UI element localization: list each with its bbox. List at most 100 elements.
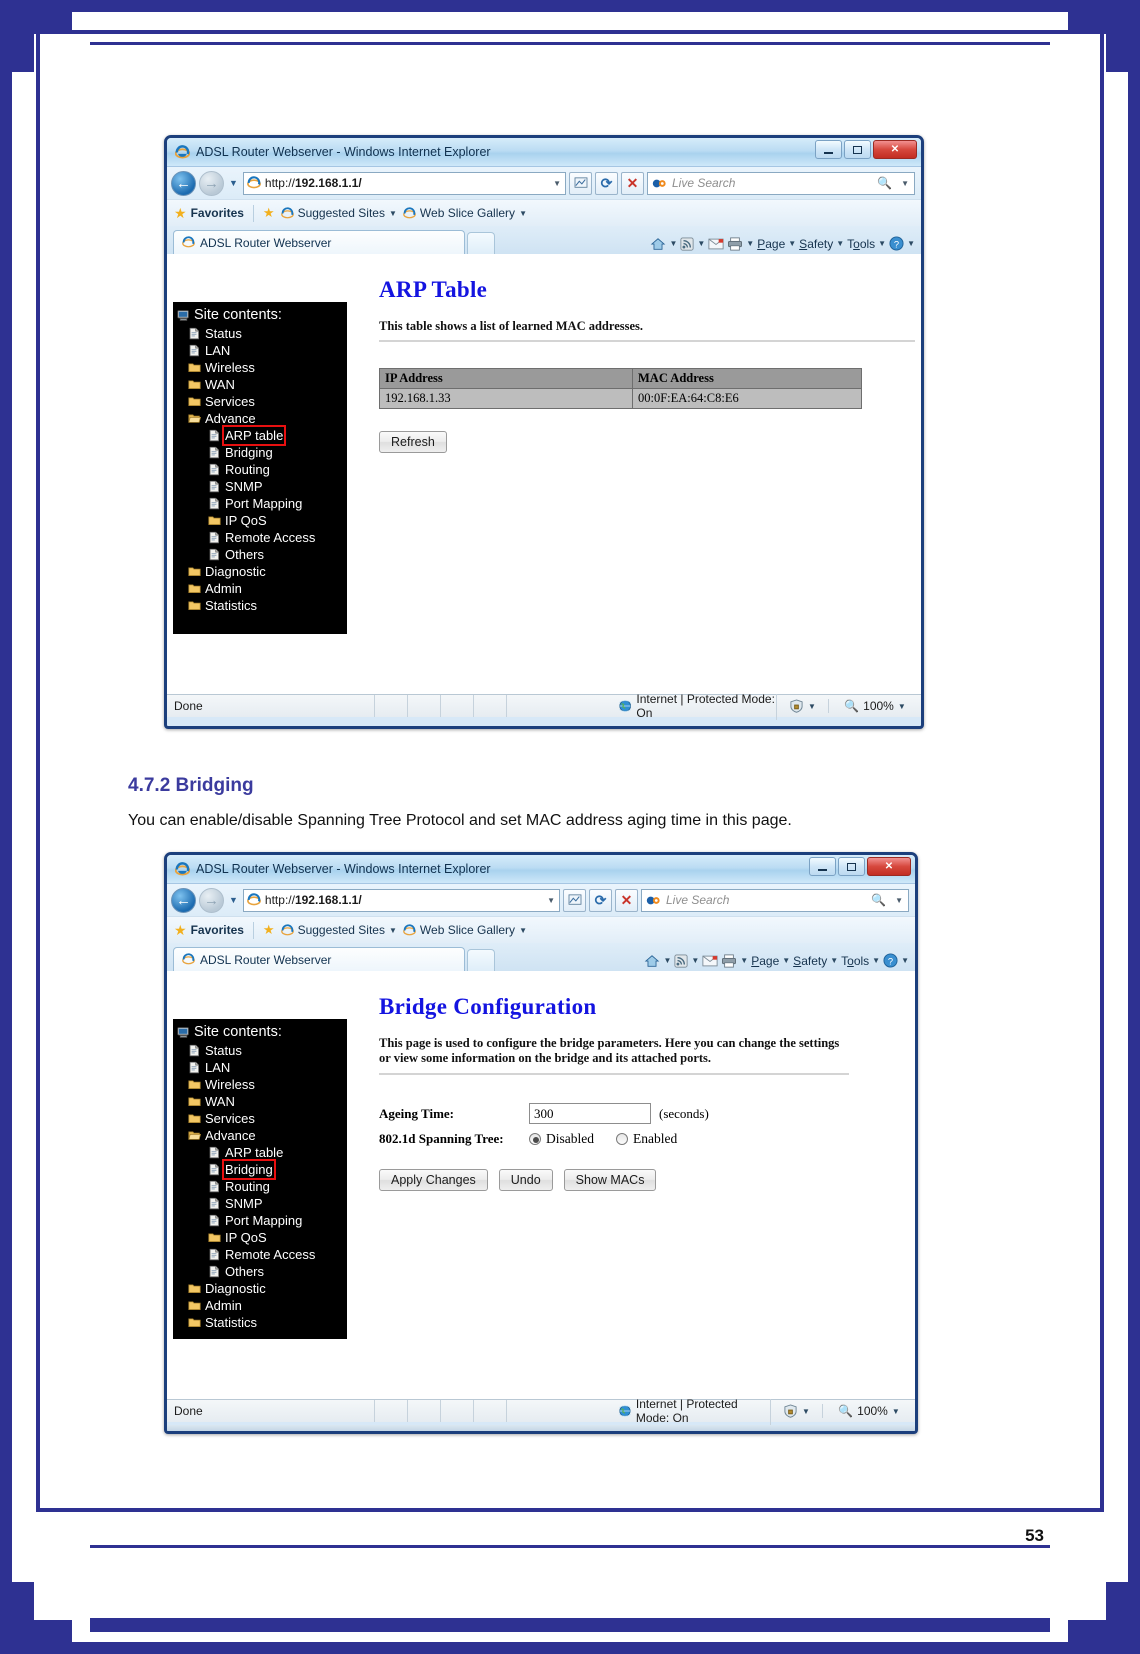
- show-macs-button[interactable]: Show MACs: [563, 1169, 657, 1192]
- search-dropdown-icon[interactable]: ▼: [895, 896, 903, 905]
- home-button[interactable]: ▼: [650, 237, 677, 251]
- sidebar-item-bridging[interactable]: Bridging: [175, 444, 343, 461]
- chevron-down-icon[interactable]: ▼: [830, 956, 838, 965]
- sidebar-item-diagnostic[interactable]: Diagnostic: [175, 1280, 343, 1297]
- read-mail-button[interactable]: [708, 238, 724, 250]
- zoom-control[interactable]: 🔍 100% ▼: [823, 1404, 915, 1418]
- sidebar-item-advance[interactable]: Advance: [175, 1127, 343, 1144]
- search-magnifier-icon[interactable]: 🔍: [877, 176, 892, 190]
- sidebar-item-statistics[interactable]: Statistics: [175, 597, 343, 614]
- chevron-down-icon[interactable]: ▼: [389, 209, 397, 218]
- chevron-down-icon[interactable]: ▼: [836, 239, 844, 248]
- recent-pages-dropdown-icon[interactable]: ▼: [227, 178, 240, 188]
- chevron-down-icon[interactable]: ▼: [901, 956, 909, 965]
- stop-button[interactable]: ✕: [615, 888, 638, 912]
- refresh-button[interactable]: ⟳: [595, 171, 618, 195]
- back-button[interactable]: ←: [171, 170, 196, 196]
- radio-option-enabled[interactable]: Enabled: [616, 1131, 677, 1147]
- sidebar-item-ip-qos[interactable]: IP QoS: [175, 512, 343, 529]
- chevron-down-icon[interactable]: ▼: [519, 926, 527, 935]
- protected-mode-indicator[interactable]: ▼: [771, 1404, 823, 1418]
- stop-button[interactable]: ✕: [621, 171, 644, 195]
- help-menu-button[interactable]: ? ▼: [883, 953, 909, 968]
- chevron-down-icon[interactable]: ▼: [808, 702, 816, 711]
- recent-pages-dropdown-icon[interactable]: ▼: [227, 895, 240, 905]
- chevron-down-icon[interactable]: ▼: [892, 1407, 900, 1416]
- protected-mode-indicator[interactable]: ▼: [777, 699, 829, 713]
- add-to-favorites-bar-button[interactable]: ★: [263, 922, 275, 938]
- sidebar-item-services[interactable]: Services: [175, 393, 343, 410]
- sidebar-item-wan[interactable]: WAN: [175, 1093, 343, 1110]
- sidebar-item-admin[interactable]: Admin: [175, 1297, 343, 1314]
- address-bar[interactable]: http://192.168.1.1/ ▼: [242, 171, 566, 195]
- chevron-down-icon[interactable]: ▼: [697, 239, 705, 248]
- sidebar-item-lan[interactable]: LAN: [175, 342, 343, 359]
- chevron-down-icon[interactable]: ▼: [898, 702, 906, 711]
- chevron-down-icon[interactable]: ▼: [782, 956, 790, 965]
- help-menu-button[interactable]: ? ▼: [889, 236, 915, 251]
- undo-button[interactable]: Undo: [498, 1169, 553, 1192]
- safety-menu-button[interactable]: Safety ▼: [799, 237, 844, 251]
- maximize-button[interactable]: [844, 140, 871, 159]
- print-button[interactable]: ▼: [727, 236, 754, 251]
- sidebar-item-arp-table[interactable]: ARP table: [175, 1144, 343, 1161]
- close-button[interactable]: ✕: [867, 857, 911, 876]
- new-tab-button[interactable]: [467, 232, 495, 254]
- add-to-favorites-bar-button[interactable]: ★: [263, 205, 275, 221]
- sidebar-item-admin[interactable]: Admin: [175, 580, 343, 597]
- sidebar-item-remote-access[interactable]: Remote Access: [175, 1246, 343, 1263]
- sidebar-item-routing[interactable]: Routing: [175, 461, 343, 478]
- forward-button[interactable]: →: [199, 887, 224, 913]
- new-tab-button[interactable]: [467, 949, 495, 971]
- sidebar-item-others[interactable]: Others: [175, 1263, 343, 1280]
- sidebar-item-status[interactable]: Status: [175, 325, 343, 342]
- sidebar-item-wireless[interactable]: Wireless: [175, 1076, 343, 1093]
- sidebar-item-arp-table[interactable]: ARP table: [175, 425, 343, 446]
- read-mail-button[interactable]: [702, 955, 718, 967]
- chevron-down-icon[interactable]: ▼: [663, 956, 671, 965]
- chevron-down-icon[interactable]: ▼: [740, 956, 748, 965]
- window-controls[interactable]: ✕: [815, 140, 917, 159]
- forward-button[interactable]: →: [199, 170, 224, 196]
- feeds-button[interactable]: ▼: [680, 236, 705, 251]
- address-dropdown-icon[interactable]: ▼: [547, 896, 555, 905]
- maximize-button[interactable]: [838, 857, 865, 876]
- search-input[interactable]: Live Search 🔍 ▼: [641, 888, 909, 912]
- sidebar-item-port-mapping[interactable]: Port Mapping: [175, 1212, 343, 1229]
- tools-menu-button[interactable]: Tools ▼: [841, 954, 880, 968]
- suggested-sites-item[interactable]: Suggested Sites ▼: [280, 923, 397, 937]
- minimize-button[interactable]: [809, 857, 836, 876]
- sidebar-item-wan[interactable]: WAN: [175, 376, 343, 393]
- radio-disabled-icon[interactable]: [529, 1133, 541, 1146]
- search-input[interactable]: Live Search 🔍 ▼: [647, 171, 915, 195]
- tab-adsl-router-webserver[interactable]: ADSL Router Webserver: [173, 947, 465, 971]
- tools-menu-button[interactable]: Tools ▼: [847, 237, 886, 251]
- radio-enabled-icon[interactable]: [616, 1133, 628, 1146]
- address-bar[interactable]: http://192.168.1.1/ ▼: [242, 888, 560, 912]
- favorites-button[interactable]: ★ Favorites: [174, 205, 244, 222]
- chevron-down-icon[interactable]: ▼: [878, 239, 886, 248]
- back-button[interactable]: ←: [171, 887, 196, 913]
- ageing-time-input[interactable]: [529, 1103, 651, 1125]
- page-menu-button[interactable]: Page ▼: [757, 237, 796, 251]
- browser-window-bridge[interactable]: ADSL Router Webserver - Windows Internet…: [164, 852, 918, 1434]
- sidebar-item-services[interactable]: Services: [175, 1110, 343, 1127]
- sidebar-item-wireless[interactable]: Wireless: [175, 359, 343, 376]
- security-zone-indicator[interactable]: Internet | Protected Mode: On: [507, 692, 777, 720]
- search-magnifier-icon[interactable]: 🔍: [871, 893, 886, 907]
- sidebar-item-snmp[interactable]: SNMP: [175, 478, 343, 495]
- sidebar-item-remote-access[interactable]: Remote Access: [175, 529, 343, 546]
- tab-adsl-router-webserver[interactable]: ADSL Router Webserver: [173, 230, 465, 254]
- sidebar-item-bridging[interactable]: Bridging: [175, 1159, 343, 1180]
- home-button[interactable]: ▼: [644, 954, 671, 968]
- chevron-down-icon[interactable]: ▼: [389, 926, 397, 935]
- sidebar-item-snmp[interactable]: SNMP: [175, 1195, 343, 1212]
- compatibility-view-button[interactable]: [563, 888, 586, 912]
- sidebar-item-port-mapping[interactable]: Port Mapping: [175, 495, 343, 512]
- chevron-down-icon[interactable]: ▼: [669, 239, 677, 248]
- feeds-button[interactable]: ▼: [674, 953, 699, 968]
- web-slice-gallery-item[interactable]: Web Slice Gallery ▼: [403, 923, 527, 937]
- chevron-down-icon[interactable]: ▼: [691, 956, 699, 965]
- security-zone-indicator[interactable]: Internet | Protected Mode: On: [507, 1397, 771, 1425]
- sidebar-item-status[interactable]: Status: [175, 1042, 343, 1059]
